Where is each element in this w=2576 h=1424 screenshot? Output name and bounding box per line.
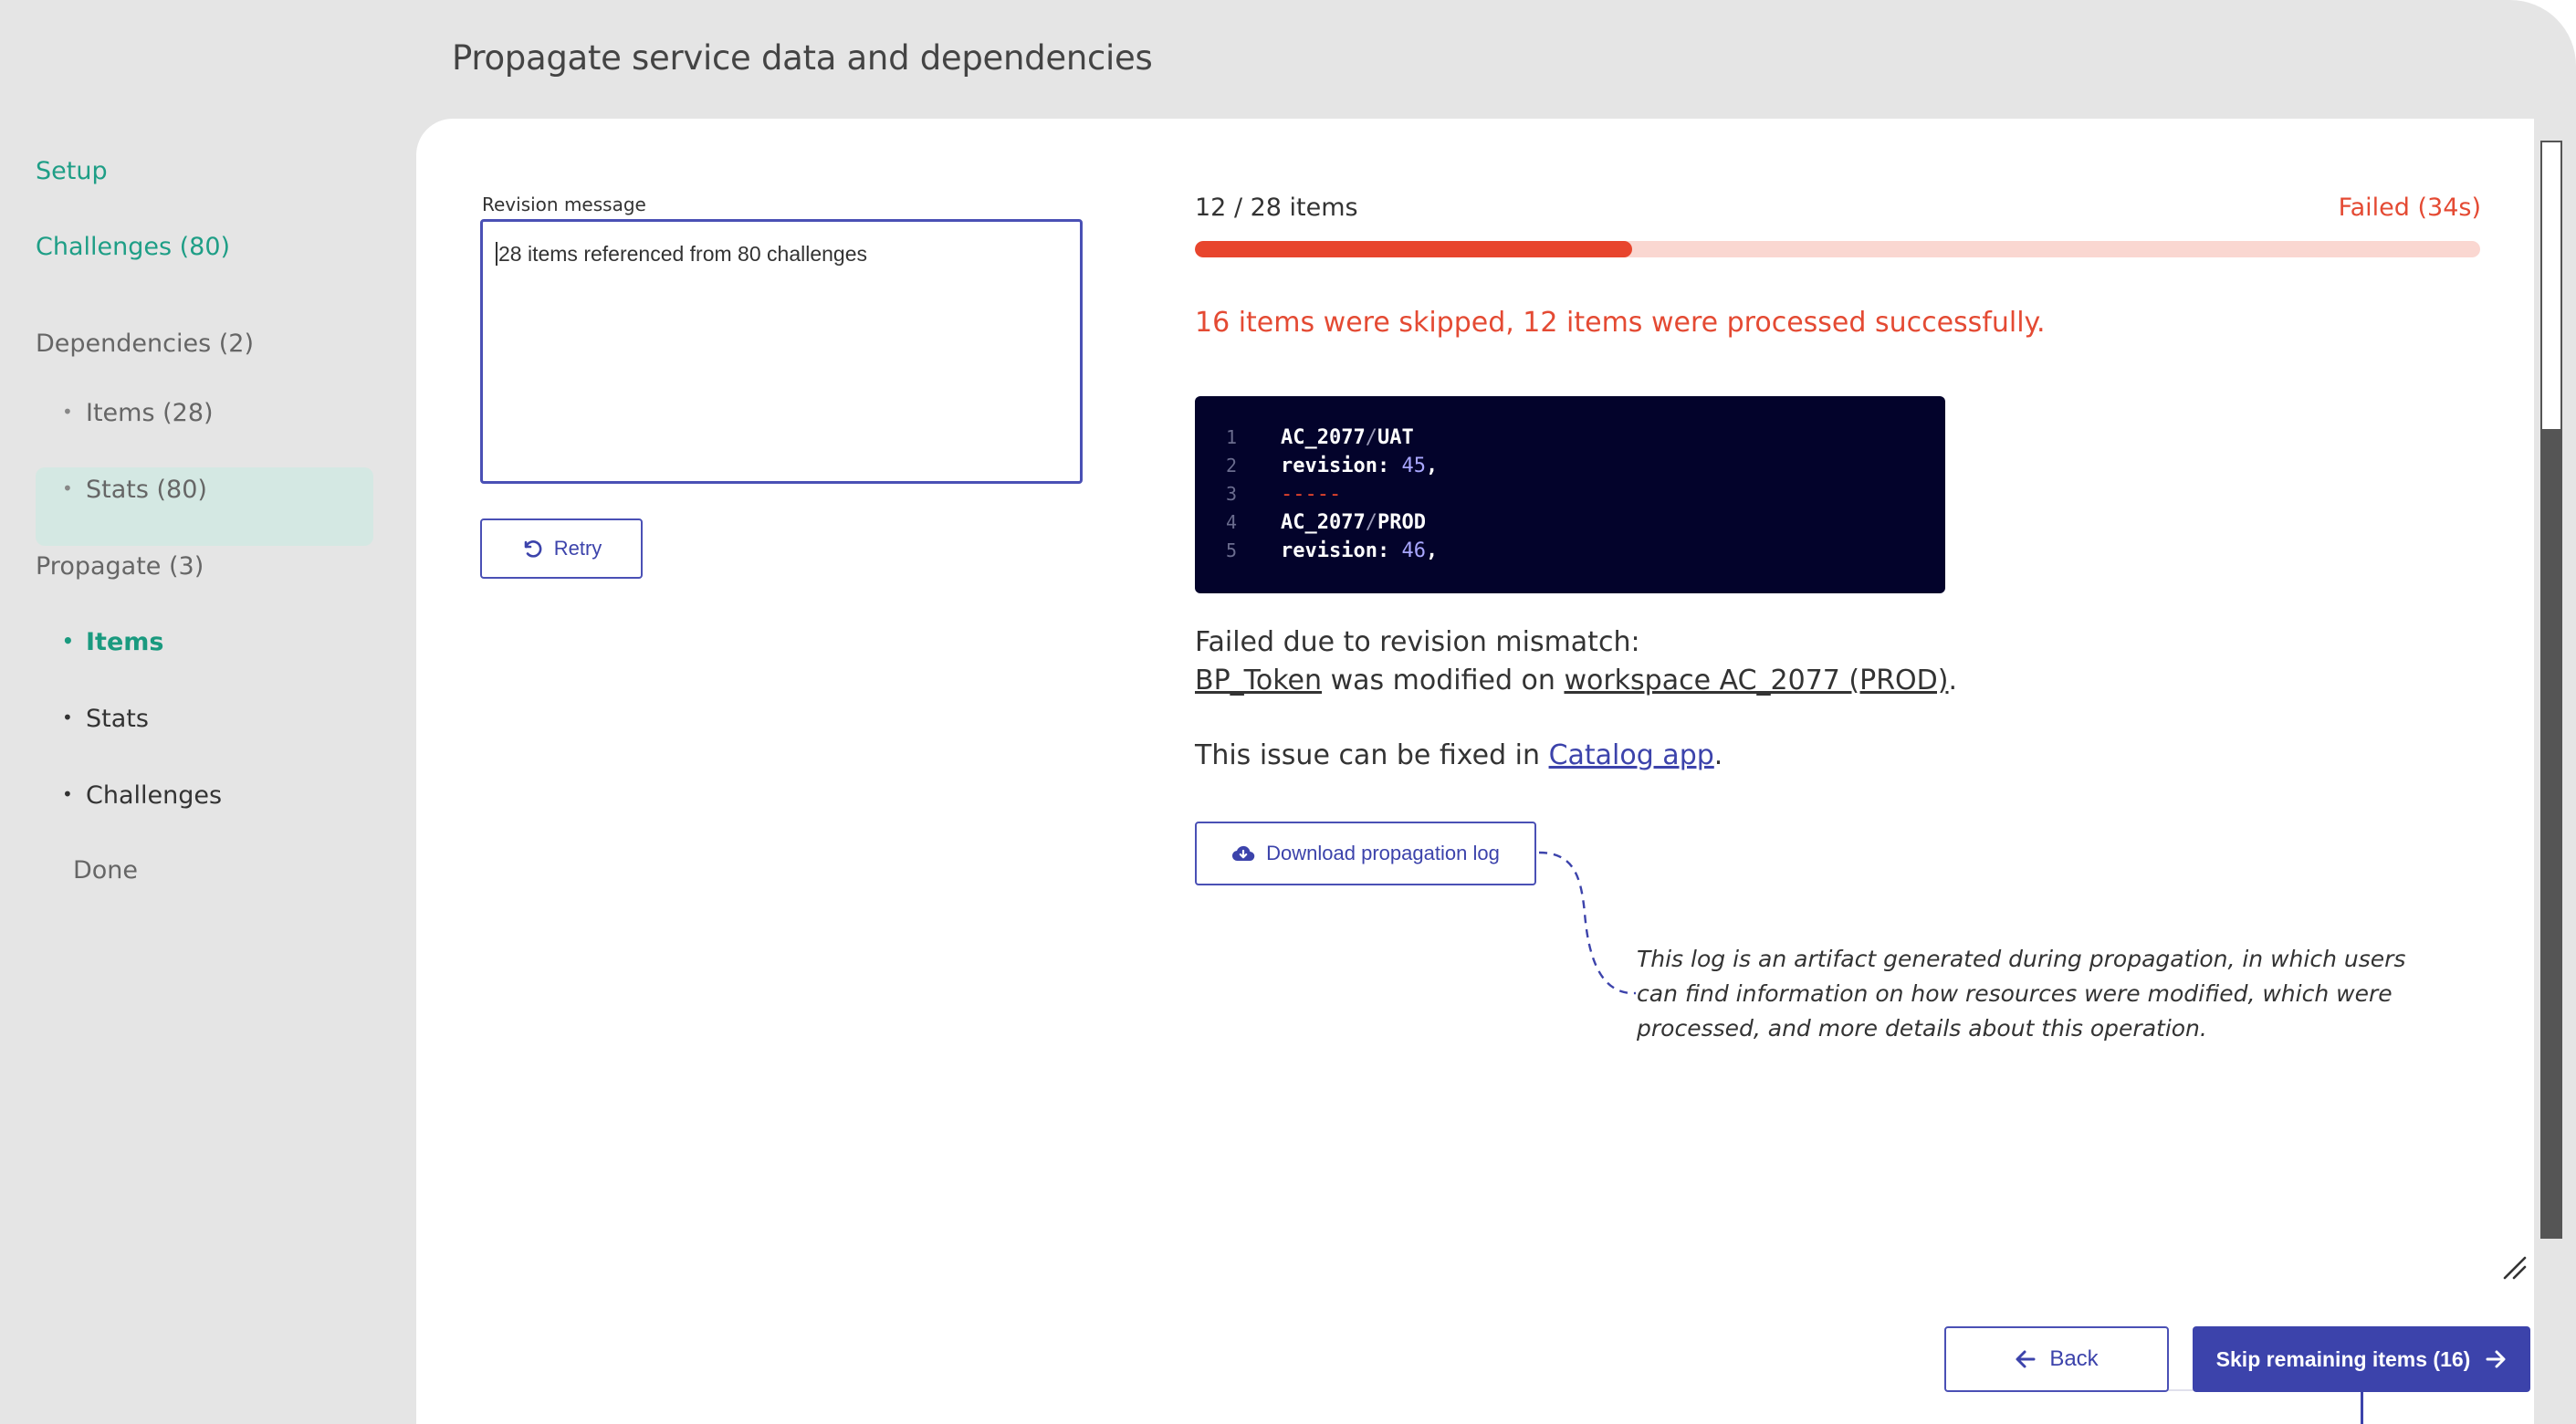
code-text: UAT	[1377, 426, 1414, 449]
code-text: PROD	[1377, 511, 1426, 534]
code-text: 45	[1401, 455, 1426, 477]
download-log-label: Download propagation log	[1266, 842, 1500, 864]
app-window: Propagate service data and dependencies …	[0, 0, 2576, 1424]
error-detail: BP_Token was modified on workspace AC_20…	[1195, 665, 1957, 696]
progress-summary: 16 items were skipped, 12 items were pro…	[1195, 307, 2046, 339]
download-log-button[interactable]: Download propagation log	[1195, 822, 1536, 885]
sidebar-item-challenges[interactable]: Challenges (80)	[36, 233, 230, 261]
line-number: 3	[1225, 483, 1237, 505]
fix-hint: This issue can be fixed in Catalog app.	[1195, 739, 1723, 771]
code-text: revision:	[1281, 539, 1402, 562]
sidebar-item-done[interactable]: Done	[73, 856, 138, 885]
sidebar-item-setup[interactable]: Setup	[36, 157, 108, 185]
code-line: 4 AC_2077/PROD	[1195, 508, 1945, 537]
bullet: •	[62, 707, 73, 728]
text-caret	[496, 242, 497, 266]
progress-bar-fill	[1195, 241, 1632, 257]
code-text: revision:	[1281, 455, 1402, 477]
fix-text: This issue can be fixed in	[1195, 739, 1549, 771]
back-label: Back	[2049, 1346, 2099, 1371]
sidebar-item-label: Items	[86, 628, 164, 656]
line-number: 2	[1225, 455, 1237, 476]
code-text: ,	[1425, 455, 1439, 477]
code-line: 1 AC_2077/UAT	[1195, 424, 1945, 452]
cloud-download-icon	[1232, 845, 1255, 862]
code-text: ,	[1425, 539, 1439, 562]
line-number: 4	[1225, 511, 1237, 533]
sidebar-item-label: Challenges	[86, 781, 223, 810]
page-title: Propagate service data and dependencies	[452, 38, 1153, 78]
retry-button[interactable]: Retry	[480, 518, 643, 579]
arrow-right-icon	[2486, 1350, 2506, 1368]
status-badge: Failed (34s)	[2338, 194, 2481, 222]
revision-message-value: 28 items referenced from 80 challenges	[498, 242, 867, 266]
note-connector	[1538, 851, 1637, 995]
sidebar-item-dependency-items[interactable]: • Items (28)	[62, 399, 214, 427]
arrow-left-icon	[2016, 1350, 2036, 1368]
code-text: -----	[1281, 483, 1342, 506]
download-log-note: This log is an artifact generated during…	[1637, 946, 2406, 1042]
scrollbar-thumb[interactable]	[2542, 429, 2560, 1237]
sidebar-item-label: Stats (80)	[86, 476, 207, 504]
code-block: 1 AC_2077/UAT 2 revision: 45, 3 ----- 4 …	[1195, 396, 1945, 593]
code-line: 3 -----	[1195, 480, 1945, 508]
token-link[interactable]: BP_Token	[1195, 665, 1322, 696]
revision-message-input[interactable]: 28 items referenced from 80 challenges	[480, 219, 1083, 484]
line-number: 1	[1225, 426, 1237, 448]
sidebar-item-dependencies[interactable]: Dependencies (2)	[36, 330, 254, 358]
retry-icon	[524, 540, 542, 558]
skip-label: Skip remaining items (16)	[2215, 1346, 2471, 1371]
sidebar-item-dependency-stats[interactable]: • Stats (80)	[62, 476, 207, 504]
bullet: •	[62, 630, 74, 652]
error-title: Failed due to revision mismatch:	[1195, 626, 1640, 658]
code-text: /	[1365, 511, 1377, 534]
sidebar-item-label: Stats	[86, 705, 149, 733]
progress-bar	[1195, 241, 2480, 257]
fix-text: .	[1713, 739, 1723, 771]
skip-indicator	[2361, 1392, 2363, 1424]
bullet: •	[62, 401, 73, 423]
retry-label: Retry	[553, 537, 602, 560]
code-text: AC_2077	[1281, 426, 1366, 449]
revision-message-label: Revision message	[482, 194, 646, 215]
code-text: 46	[1401, 539, 1426, 562]
sidebar-item-label: Items (28)	[86, 399, 214, 427]
resize-handle-icon[interactable]	[2501, 1254, 2529, 1282]
line-number: 5	[1225, 539, 1237, 561]
code-text: AC_2077	[1281, 511, 1366, 534]
error-text: .	[1948, 665, 1958, 696]
code-line: 2 revision: 45,	[1195, 452, 1945, 480]
bullet: •	[62, 783, 73, 805]
bullet: •	[62, 477, 73, 499]
sidebar-item-propagate-items[interactable]: • Items	[62, 628, 163, 656]
progress-count: 12 / 28 items	[1195, 194, 1358, 222]
code-line: 5 revision: 46,	[1195, 537, 1945, 565]
catalog-app-link[interactable]: Catalog app	[1549, 739, 1714, 771]
sidebar-item-propagate-stats[interactable]: • Stats	[62, 705, 149, 733]
code-text: /	[1365, 426, 1377, 449]
back-button[interactable]: Back	[1944, 1326, 2169, 1392]
sidebar-item-propagate-challenges[interactable]: • Challenges	[62, 781, 222, 810]
sidebar-item-propagate[interactable]: Propagate (3)	[36, 552, 204, 581]
skip-remaining-button[interactable]: Skip remaining items (16)	[2193, 1326, 2530, 1392]
error-text: was modified on	[1322, 665, 1565, 696]
workspace-link[interactable]: workspace AC_2077 (PROD)	[1564, 665, 1948, 696]
